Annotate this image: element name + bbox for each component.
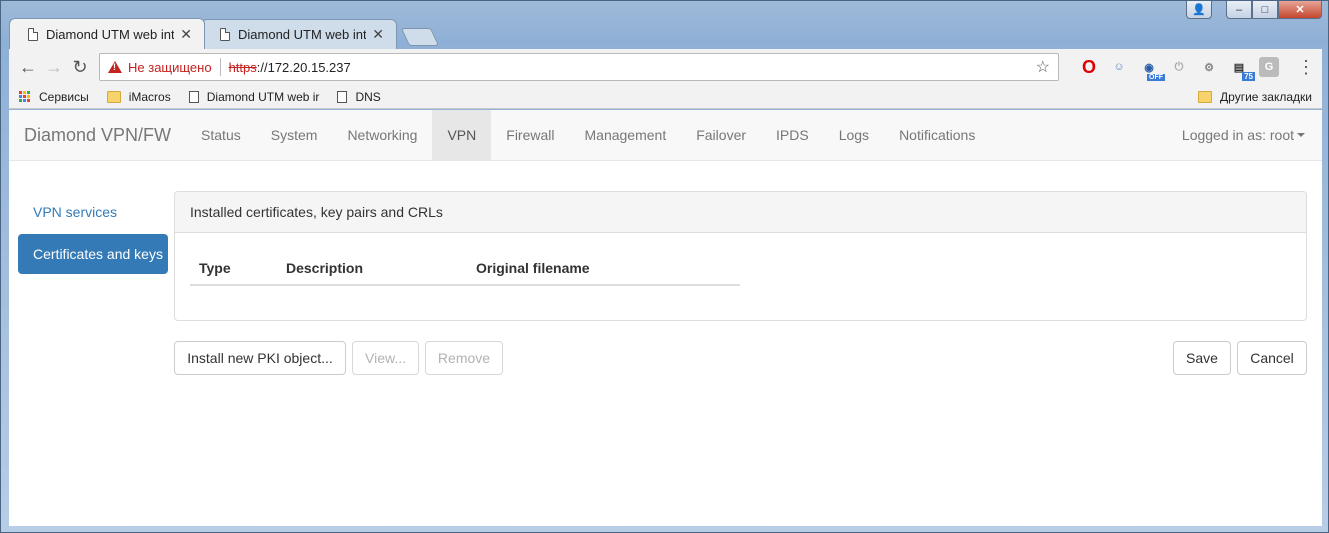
page-icon — [220, 28, 230, 41]
nav-logs[interactable]: Logs — [824, 110, 884, 160]
folder-icon — [106, 90, 121, 103]
back-icon[interactable]: ← — [15, 54, 41, 80]
bookmark-other[interactable]: Другие закладки — [1198, 90, 1312, 104]
view-button[interactable]: View... — [352, 341, 419, 375]
apps-icon — [19, 90, 31, 103]
browser-tab-active[interactable]: Diamond UTM web interface ✕ — [9, 18, 205, 49]
sidebar: VPN services Certificates and keys — [18, 192, 168, 276]
page-icon — [28, 27, 38, 41]
app-brand[interactable]: Diamond VPN/FW — [24, 110, 186, 160]
browser-tab[interactable]: Diamond UTM web interface ✕ — [201, 19, 397, 49]
extension-icons: O ☺ ◉ ⏻ ⚙ ▤ G — [1079, 57, 1279, 81]
nav-networking[interactable]: Networking — [332, 110, 432, 160]
tab-strip: Diamond UTM web interface ✕ Diamond UTM … — [9, 18, 440, 49]
bookmark-label: Diamond UTM web ir — [206, 89, 320, 104]
power-icon[interactable]: ⏻ — [1169, 57, 1189, 77]
extension-gear-icon[interactable]: ⚙ — [1199, 57, 1219, 77]
nav-system[interactable]: System — [256, 110, 333, 160]
user-icon[interactable]: 👤 — [1186, 1, 1212, 19]
maximize-button[interactable]: □ — [1252, 1, 1278, 19]
nav-failover[interactable]: Failover — [681, 110, 761, 160]
nav-management[interactable]: Management — [570, 110, 682, 160]
page-viewport: Diamond VPN/FW Status System Networking … — [9, 110, 1322, 526]
extension-g-icon[interactable]: G — [1259, 57, 1279, 77]
logged-in-label: Logged in as: root — [1181, 127, 1294, 143]
bookmark-label: Другие закладки — [1220, 89, 1312, 104]
url-host: ://172.20.15.237 — [256, 59, 351, 75]
cancel-button[interactable]: Cancel — [1237, 341, 1307, 375]
tab-close-icon[interactable]: ✕ — [372, 26, 384, 43]
forward-icon[interactable]: → — [41, 54, 67, 80]
user-menu[interactable]: Logged in as: root — [1182, 110, 1322, 160]
extension-badge-icon[interactable]: ▤ — [1229, 57, 1256, 81]
bookmark-imacros[interactable]: iMacros — [106, 89, 171, 104]
bookmark-diamond[interactable]: Diamond UTM web ir — [188, 89, 320, 104]
column-header-filename: Original filename — [476, 259, 590, 276]
new-tab-button[interactable] — [400, 28, 440, 46]
bookmark-label: iMacros — [128, 89, 171, 104]
security-label[interactable]: Не защищено — [128, 60, 212, 75]
caret-down-icon — [1297, 133, 1305, 137]
reload-icon[interactable]: ↻ — [67, 54, 93, 80]
browser-toolbar: ← → ↻ Не защищено https://172.20.15.237 … — [9, 49, 1322, 85]
folder-icon — [1198, 90, 1213, 103]
remove-button[interactable]: Remove — [425, 341, 503, 375]
save-button[interactable]: Save — [1173, 341, 1231, 375]
warning-icon — [108, 61, 122, 73]
column-header-type: Type — [199, 259, 231, 276]
tab-title: Diamond UTM web interface — [238, 27, 367, 42]
url-scheme: https — [228, 59, 257, 75]
browser-window: 👤 – □ ✕ Diamond UTM web interface ✕ Diam… — [0, 0, 1329, 533]
bookmark-label: DNS — [355, 89, 381, 104]
close-window-button[interactable]: ✕ — [1278, 1, 1322, 19]
menu-icon[interactable]: ⋮ — [1296, 57, 1316, 78]
tab-title: Diamond UTM web interface — [46, 26, 175, 42]
opera-icon[interactable]: O — [1079, 57, 1099, 77]
bookmark-dns[interactable]: DNS — [337, 89, 381, 104]
page-icon — [337, 90, 348, 103]
column-header-description: Description — [286, 259, 364, 276]
install-pki-button[interactable]: Install new PKI object... — [174, 341, 346, 375]
page-icon — [188, 90, 199, 103]
address-divider — [219, 58, 221, 76]
certificates-table: Type Description Original filename — [190, 251, 740, 286]
window-controls: – □ ✕ — [1226, 1, 1322, 19]
nav-firewall[interactable]: Firewall — [491, 110, 569, 160]
nav-notifications[interactable]: Notifications — [884, 110, 990, 160]
tab-close-icon[interactable]: ✕ — [180, 26, 192, 43]
minimize-button[interactable]: – — [1226, 1, 1252, 19]
nav-vpn[interactable]: VPN — [432, 110, 492, 160]
nav-status[interactable]: Status — [186, 110, 256, 160]
extension-off-icon[interactable]: ◉ — [1139, 57, 1165, 81]
nav-ipds[interactable]: IPDS — [761, 110, 824, 160]
bookmark-apps[interactable]: Сервисы — [19, 90, 89, 104]
bookmark-star-icon[interactable]: ☆ — [1036, 57, 1050, 77]
app-navbar: Diamond VPN/FW Status System Networking … — [9, 110, 1322, 161]
extension-icon[interactable]: ☺ — [1109, 57, 1129, 77]
sidebar-item-certificates[interactable]: Certificates and keys — [18, 234, 168, 274]
bookmarks-bar: Сервисы iMacros Diamond UTM web ir DNS Д… — [9, 85, 1322, 109]
sidebar-item-vpn-services[interactable]: VPN services — [18, 192, 168, 232]
address-bar[interactable]: Не защищено https://172.20.15.237 ☆ — [99, 53, 1059, 81]
certificates-panel: Installed certificates, key pairs and CR… — [174, 191, 1307, 321]
panel-heading: Installed certificates, key pairs and CR… — [175, 192, 1306, 233]
bookmark-label: Сервисы — [39, 89, 89, 104]
